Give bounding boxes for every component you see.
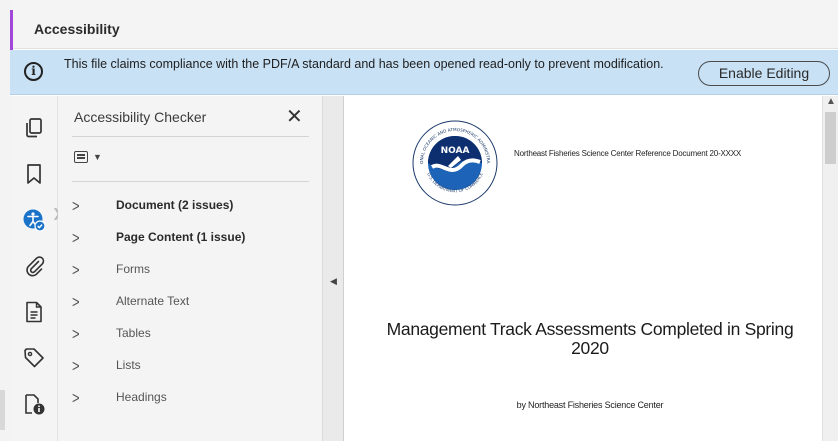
- chevron-right-icon[interactable]: >: [72, 260, 80, 280]
- document-byline: by Northeast Fisheries Science Center: [516, 400, 664, 410]
- tree-item-headings[interactable]: > Headings: [58, 382, 322, 412]
- info-icon: i: [24, 62, 43, 81]
- options-list-icon: [74, 151, 88, 163]
- tree-item-alternate-text[interactable]: > Alternate Text: [58, 286, 322, 316]
- document-title: Management Track Assessments Completed i…: [386, 319, 794, 358]
- tags-icon[interactable]: [22, 346, 46, 370]
- noaa-logo: NOAA NATIONAL OCEANIC AND ATMOSPHERIC AD…: [412, 120, 498, 206]
- accessibility-checker-icon[interactable]: [22, 208, 46, 232]
- tree-item-document[interactable]: > Document (2 issues): [58, 190, 322, 220]
- logo-center-text: NOAA: [441, 146, 470, 156]
- document-header-text: Northeast Fisheries Science Center Refer…: [514, 149, 742, 158]
- tree-item-label: Alternate Text: [116, 294, 190, 308]
- tree-item-forms[interactable]: > Forms: [58, 254, 322, 284]
- chevron-right-icon[interactable]: >: [72, 324, 80, 344]
- tree-item-label: Lists: [116, 358, 141, 372]
- chevron-down-icon: ▼: [93, 152, 102, 162]
- header-title: Accessibility: [34, 21, 120, 37]
- navigation-icon-bar: ❯: [10, 96, 62, 441]
- chevron-right-icon[interactable]: >: [72, 292, 80, 312]
- tree-item-page-content[interactable]: > Page Content (1 issue): [58, 222, 322, 252]
- options-menu-button[interactable]: ▼: [74, 148, 108, 168]
- reading-order-icon[interactable]: [22, 392, 46, 416]
- chevron-right-icon[interactable]: >: [72, 196, 80, 216]
- chevron-right-icon[interactable]: >: [72, 356, 80, 376]
- panel-collapse-strip[interactable]: ◀: [322, 96, 344, 441]
- close-icon[interactable]: ✕: [286, 104, 303, 129]
- edge-accent: [0, 390, 5, 430]
- tree-item-label: Forms: [116, 262, 150, 276]
- chevron-right-icon[interactable]: >: [72, 388, 80, 408]
- tree-item-label: Tables: [116, 326, 151, 340]
- chevron-right-icon[interactable]: >: [72, 228, 80, 248]
- document-properties-icon[interactable]: [22, 300, 46, 324]
- attachment-icon[interactable]: [22, 254, 46, 278]
- pdfa-notice-bar: i This file claims compliance with the P…: [10, 50, 838, 95]
- left-edge-strip: [0, 0, 10, 441]
- panel-divider-options: [72, 181, 309, 182]
- panel-header: Accessibility: [10, 0, 838, 50]
- tree-item-label: Headings: [116, 390, 167, 404]
- panel-title: Accessibility Checker: [74, 109, 207, 125]
- tree-item-tables[interactable]: > Tables: [58, 318, 322, 348]
- panel-divider-top: [72, 136, 309, 137]
- scroll-up-icon[interactable]: ▲: [826, 96, 836, 107]
- bookmark-icon[interactable]: [22, 162, 46, 186]
- vertical-scrollbar[interactable]: ▲: [822, 96, 838, 441]
- tree-item-lists[interactable]: > Lists: [58, 350, 322, 380]
- pages-icon[interactable]: [22, 116, 46, 140]
- header-accent-bar: [10, 10, 13, 50]
- collapse-panel-icon[interactable]: ◀: [330, 276, 337, 287]
- scrollbar-thumb[interactable]: [825, 112, 836, 164]
- tree-item-label: Document (2 issues): [116, 198, 234, 212]
- tree-item-label: Page Content (1 issue): [116, 230, 246, 244]
- accessibility-checker-panel: Accessibility Checker ✕ ▼ > Document (2 …: [58, 96, 322, 441]
- enable-editing-button[interactable]: Enable Editing: [698, 61, 830, 86]
- notice-message: This file claims compliance with the PDF…: [64, 57, 664, 71]
